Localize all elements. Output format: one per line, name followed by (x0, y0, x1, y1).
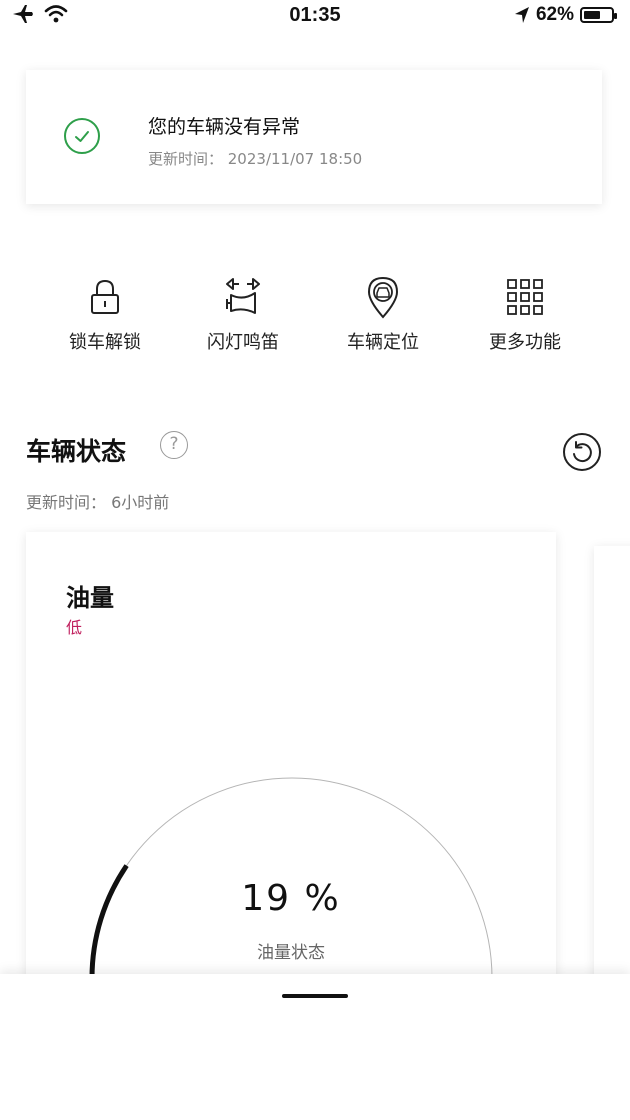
fuel-percent: 19 % (241, 878, 341, 919)
fuel-status-label: 油量状态 (257, 943, 325, 963)
home-indicator[interactable] (282, 994, 348, 998)
next-status-card[interactable] (594, 546, 630, 1008)
action-label: 更多功能 (489, 332, 561, 353)
battery-icon (580, 7, 617, 23)
grid-icon (507, 279, 543, 315)
vehicle-alert-card[interactable]: 您的车辆没有异常 更新时间： 2023/11/07 18:50 (26, 70, 602, 204)
action-flash-horn[interactable]: 闪灯鸣笛 (168, 274, 318, 354)
battery-percent: 62% (535, 4, 574, 25)
action-car-location[interactable]: 车辆定位 (308, 274, 458, 354)
quick-actions: 锁车解锁 闪灯鸣笛 车辆定位 更多功能 (0, 274, 630, 364)
status-right: 62% (514, 4, 617, 26)
location-arrow-icon (514, 7, 529, 23)
vehicle-status-updated: 更新时间： 6小时前 (26, 493, 170, 512)
lock-icon (91, 279, 119, 314)
flash-horn-icon (226, 278, 260, 314)
refresh-icon[interactable] (562, 432, 602, 472)
fuel-card[interactable]: 油量 低 19 % 油量状态 (26, 532, 556, 1008)
help-icon[interactable]: ? (160, 431, 188, 459)
car-location-icon (367, 276, 399, 319)
action-more-functions[interactable]: 更多功能 (450, 274, 600, 354)
alert-title: 您的车辆没有异常 (148, 116, 301, 138)
vehicle-status-title: 车辆状态 (26, 437, 127, 466)
bottom-area (0, 974, 630, 1120)
action-lock-unlock[interactable]: 锁车解锁 (30, 274, 180, 354)
action-label: 车辆定位 (347, 332, 419, 353)
action-label: 闪灯鸣笛 (207, 332, 279, 353)
content-area: 您的车辆没有异常 更新时间： 2023/11/07 18:50 锁车解锁 闪灯鸣… (0, 34, 630, 1008)
alert-updated-time: 更新时间： 2023/11/07 18:50 (148, 150, 363, 168)
action-label: 锁车解锁 (69, 332, 141, 353)
check-circle-icon (64, 118, 100, 154)
battery-fill (584, 11, 600, 19)
fuel-gauge (89, 777, 493, 979)
status-bar: 01:35 62% (0, 0, 630, 34)
